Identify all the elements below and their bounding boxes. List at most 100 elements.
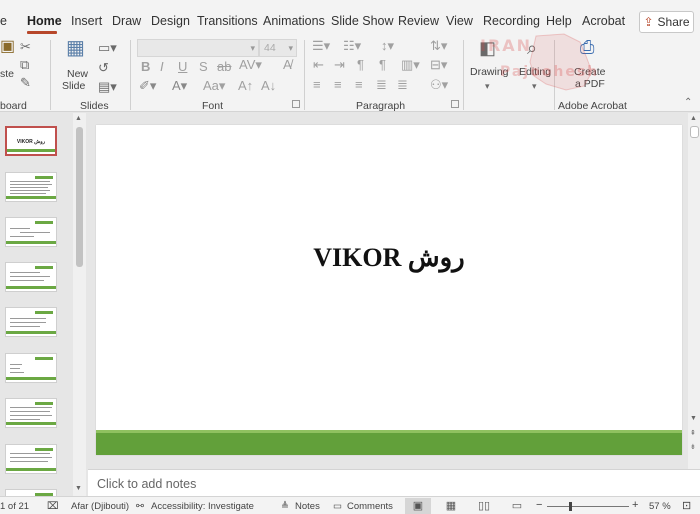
spelling-icon[interactable]: ⌧ (47, 501, 59, 512)
tab-animations[interactable]: Animations (263, 14, 325, 28)
text-direction-icon[interactable]: ⇅▾ (430, 39, 447, 53)
increase-indent-icon[interactable]: ⇥ (334, 58, 345, 72)
copy-icon[interactable]: ⧉ (20, 58, 29, 72)
notes-toggle-button[interactable]: Notes (295, 501, 320, 512)
editing-label[interactable]: Editing (519, 66, 551, 78)
tab-design[interactable]: Design (151, 14, 190, 28)
zoom-slider-track[interactable] (547, 506, 629, 507)
align-right-icon[interactable]: ≡ (355, 78, 363, 92)
line-spacing-icon[interactable]: ↕▾ (381, 39, 394, 53)
collapse-ribbon-icon[interactable]: ⌃ (684, 96, 692, 110)
align-left-icon[interactable]: ≡ (313, 78, 321, 92)
bullets-icon[interactable]: ☰▾ (312, 39, 330, 53)
paste-label[interactable]: ste (0, 68, 14, 80)
zoom-in-icon[interactable]: + (632, 499, 638, 511)
slide-thumbnail[interactable] (5, 398, 57, 428)
tab-home[interactable]: Home (27, 14, 62, 28)
scroll-down-icon[interactable]: ▼ (690, 415, 697, 422)
slide-thumbnail[interactable]: VIKOR روش (5, 126, 57, 156)
create-pdf-label-line1[interactable]: Create (574, 66, 606, 78)
editing-dropdown-icon[interactable]: ▾ (532, 79, 537, 93)
create-pdf-icon[interactable]: ⎙ (580, 38, 594, 56)
slide-thumbnail[interactable] (5, 262, 57, 292)
drawing-shapes-icon[interactable]: ◧ (479, 39, 496, 57)
tab-slide-show[interactable]: Slide Show (331, 14, 394, 28)
section-icon[interactable]: ▤▾ (98, 80, 117, 94)
underline-icon[interactable]: U (178, 60, 187, 74)
clear-formatting-icon[interactable]: A̸ (283, 58, 292, 72)
scroll-up-icon[interactable]: ▲ (75, 115, 82, 122)
drawing-label[interactable]: Drawing (470, 66, 509, 78)
tab-file[interactable]: e (0, 14, 7, 28)
slide-title[interactable]: روش VIKOR (96, 243, 682, 273)
comments-button[interactable]: Comments (347, 501, 393, 512)
layout-icon[interactable]: ▭▾ (98, 41, 117, 55)
slide-thumbnail[interactable] (5, 353, 57, 383)
rtl-icon[interactable]: ¶ (357, 58, 364, 72)
slide-sorter-icon[interactable]: ▦ (438, 498, 464, 514)
font-size-combo[interactable]: 44 ▾ (259, 39, 297, 57)
comments-icon[interactable]: ▭ (333, 501, 342, 512)
accessibility-icon[interactable]: ⚯ (136, 501, 144, 512)
scrollbar-thumb[interactable] (76, 127, 83, 267)
highlighter-icon[interactable]: ✐▾ (139, 79, 156, 93)
smartart-icon[interactable]: ⚇▾ (430, 78, 448, 92)
share-button[interactable]: ⇪ Share (639, 11, 694, 33)
thumbnail-scrollbar[interactable]: ▲ ▼ (73, 113, 86, 496)
zoom-slider-knob[interactable] (569, 502, 573, 511)
slide-thumbnail[interactable] (5, 172, 57, 202)
new-slide-label-line1[interactable]: New (67, 68, 88, 80)
distributed-icon[interactable]: ≣ (397, 78, 408, 92)
drawing-dropdown-icon[interactable]: ▾ (485, 79, 490, 93)
tab-review[interactable]: Review (398, 14, 439, 28)
slide-canvas[interactable]: روش VIKOR (96, 125, 682, 455)
notes-toggle-icon[interactable]: ≜ (281, 501, 289, 512)
reset-icon[interactable]: ↺ (98, 61, 109, 75)
tab-acrobat[interactable]: Acrobat (582, 14, 625, 28)
strikethrough-icon[interactable]: ab (217, 60, 231, 74)
font-dialog-launcher[interactable] (292, 100, 300, 108)
paste-icon[interactable]: ▣ (0, 39, 15, 55)
reading-view-icon[interactable]: ▯▯ (471, 498, 497, 514)
tab-transitions[interactable]: Transitions (197, 14, 258, 28)
language-indicator[interactable]: Afar (Djibouti) (71, 501, 129, 512)
next-slide-icon[interactable]: ⇟ (690, 443, 696, 451)
editor-scrollbar[interactable]: ▲ ▼ ⇞ ⇟ (688, 113, 700, 469)
accessibility-status[interactable]: Accessibility: Investigate (151, 501, 254, 512)
slideshow-view-icon[interactable]: ▭ (504, 498, 530, 514)
columns-icon[interactable]: ▥▾ (401, 58, 420, 72)
slide-thumbnail[interactable] (5, 307, 57, 337)
editing-search-icon[interactable]: ⌕ (527, 39, 537, 57)
justify-icon[interactable]: ≣ (376, 78, 387, 92)
bold-icon[interactable]: B (141, 60, 150, 74)
slide-thumbnail[interactable] (5, 444, 57, 474)
italic-icon[interactable]: I (160, 60, 164, 74)
create-pdf-label-line2[interactable]: a PDF (575, 78, 605, 90)
notes-placeholder[interactable]: Click to add notes (97, 477, 196, 491)
new-slide-icon[interactable]: ▦ (66, 38, 85, 58)
notes-pane[interactable]: Click to add notes (88, 469, 700, 496)
character-spacing-icon[interactable]: AV▾ (239, 58, 262, 72)
tab-help[interactable]: Help (546, 14, 572, 28)
increase-font-size-icon[interactable]: A↑ (238, 79, 253, 93)
new-slide-label-line2[interactable]: Slide (62, 80, 85, 92)
decrease-font-size-icon[interactable]: A↓ (261, 79, 276, 93)
align-center-icon[interactable]: ≡ (334, 78, 342, 92)
scroll-up-icon[interactable]: ▲ (690, 115, 697, 122)
zoom-out-icon[interactable]: − (536, 499, 542, 511)
scroll-down-icon[interactable]: ▼ (75, 485, 82, 492)
ltr-icon[interactable]: ¶ (379, 58, 386, 72)
tab-insert[interactable]: Insert (71, 14, 102, 28)
normal-view-icon[interactable]: ▣ (405, 498, 431, 514)
slide-thumbnail[interactable] (5, 217, 57, 247)
align-text-icon[interactable]: ⊟▾ (430, 58, 447, 72)
fit-to-window-icon[interactable]: ⊡ (682, 499, 691, 512)
paragraph-dialog-launcher[interactable] (451, 100, 459, 108)
font-name-combo[interactable]: ▾ (137, 39, 259, 57)
font-color-icon[interactable]: A▾ (172, 79, 187, 93)
scrollbar-thumb[interactable] (690, 126, 699, 138)
change-case-icon[interactable]: Aa▾ (203, 79, 225, 93)
tab-recording[interactable]: Recording (483, 14, 540, 28)
format-painter-icon[interactable]: ✎ (20, 76, 31, 90)
previous-slide-icon[interactable]: ⇞ (690, 429, 696, 437)
